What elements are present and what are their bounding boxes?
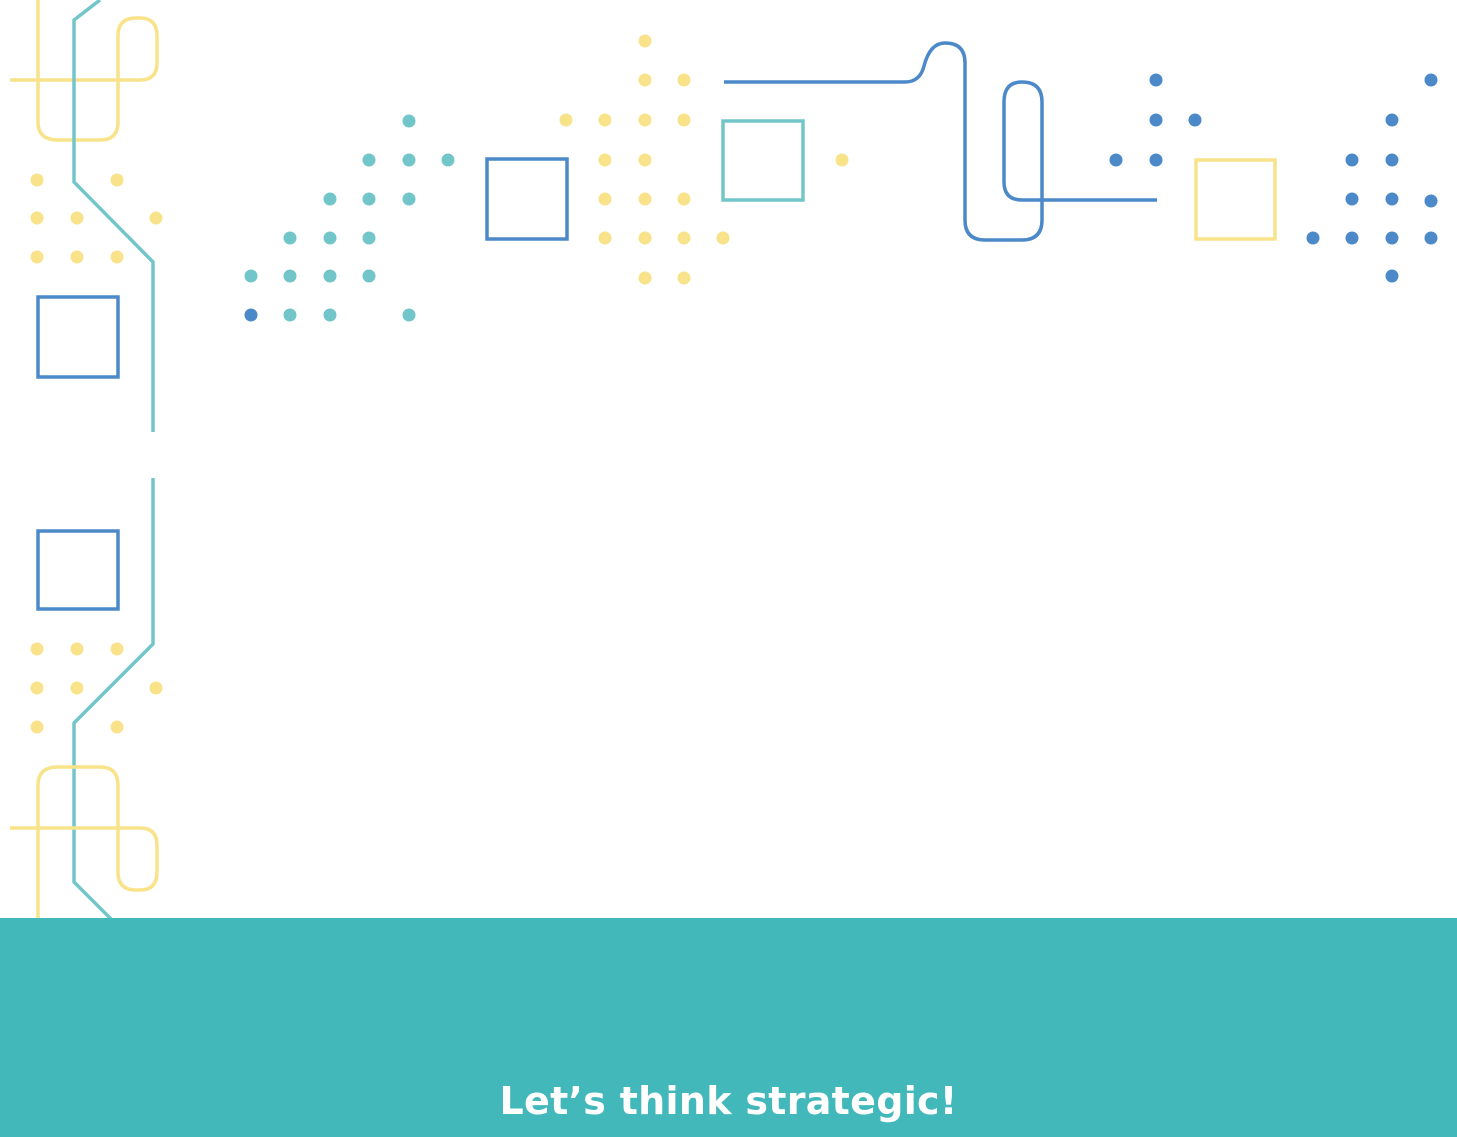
yellow-dot <box>30 720 44 734</box>
yellow-dot <box>638 192 652 206</box>
blue-dot <box>1424 231 1438 245</box>
yellow-square <box>1194 158 1277 241</box>
blue-dot <box>1385 192 1399 206</box>
teal-dot <box>323 192 337 206</box>
blue-dot <box>1345 192 1359 206</box>
blue-square <box>36 295 120 379</box>
yellow-dot <box>638 73 652 87</box>
yellow-dot <box>598 231 612 245</box>
blue-square <box>36 529 120 611</box>
blue-dot <box>1424 73 1438 87</box>
blue-paperclip-line <box>724 41 1157 242</box>
footer-title: Let’s think strategic! <box>499 1079 958 1123</box>
yellow-dot <box>598 192 612 206</box>
yellow-dot <box>677 231 691 245</box>
blue-dot <box>1424 194 1438 208</box>
yellow-dot <box>30 173 44 187</box>
teal-dot <box>362 153 376 167</box>
teal-dot <box>362 192 376 206</box>
blue-dot <box>1345 153 1359 167</box>
yellow-dot <box>638 113 652 127</box>
teal-square <box>721 119 805 202</box>
yellow-dot <box>70 211 84 225</box>
yellow-dot <box>70 681 84 695</box>
yellow-loop-line <box>10 0 159 142</box>
teal-dot <box>362 231 376 245</box>
teal-dot <box>283 231 297 245</box>
yellow-dot <box>638 271 652 285</box>
yellow-dot <box>638 34 652 48</box>
yellow-dot <box>559 113 573 127</box>
yellow-dot <box>149 211 163 225</box>
blue-dot <box>1149 73 1163 87</box>
teal-dot <box>283 269 297 283</box>
yellow-dot <box>70 642 84 656</box>
teal-dot <box>362 269 376 283</box>
yellow-dot <box>70 250 84 264</box>
yellow-dot <box>30 250 44 264</box>
teal-dot <box>402 114 416 128</box>
blue-dot <box>1385 231 1399 245</box>
yellow-dot <box>30 642 44 656</box>
blue-dot <box>1306 231 1320 245</box>
yellow-dot <box>110 250 124 264</box>
teal-dot <box>323 308 337 322</box>
blue-dot <box>1385 269 1399 283</box>
teal-dot <box>323 269 337 283</box>
yellow-dot <box>835 153 849 167</box>
yellow-dot <box>677 192 691 206</box>
yellow-dot <box>598 153 612 167</box>
blue-dot <box>1345 231 1359 245</box>
blue-dot <box>1109 153 1123 167</box>
teal-dot <box>402 153 416 167</box>
yellow-dot <box>110 173 124 187</box>
yellow-dot <box>677 113 691 127</box>
teal-dot <box>402 192 416 206</box>
yellow-dot <box>110 720 124 734</box>
blue-dot <box>1188 113 1202 127</box>
teal-dot <box>441 153 455 167</box>
blue-dot <box>1385 113 1399 127</box>
yellow-dot <box>110 642 124 656</box>
yellow-dot <box>598 113 612 127</box>
yellow-dot <box>638 231 652 245</box>
yellow-dot <box>716 231 730 245</box>
blue-dot <box>244 308 258 322</box>
yellow-dot <box>149 681 163 695</box>
teal-dot <box>402 308 416 322</box>
blue-dot <box>1385 153 1399 167</box>
blue-square <box>485 157 569 241</box>
yellow-dot <box>30 211 44 225</box>
teal-dot <box>244 269 258 283</box>
blue-dot <box>1149 113 1163 127</box>
yellow-dot <box>30 681 44 695</box>
blue-dot <box>1149 153 1163 167</box>
teal-dot <box>283 308 297 322</box>
teal-zigzag-line <box>72 0 155 432</box>
yellow-dot <box>638 153 652 167</box>
yellow-dot <box>677 271 691 285</box>
yellow-dot <box>677 73 691 87</box>
teal-dot <box>323 231 337 245</box>
